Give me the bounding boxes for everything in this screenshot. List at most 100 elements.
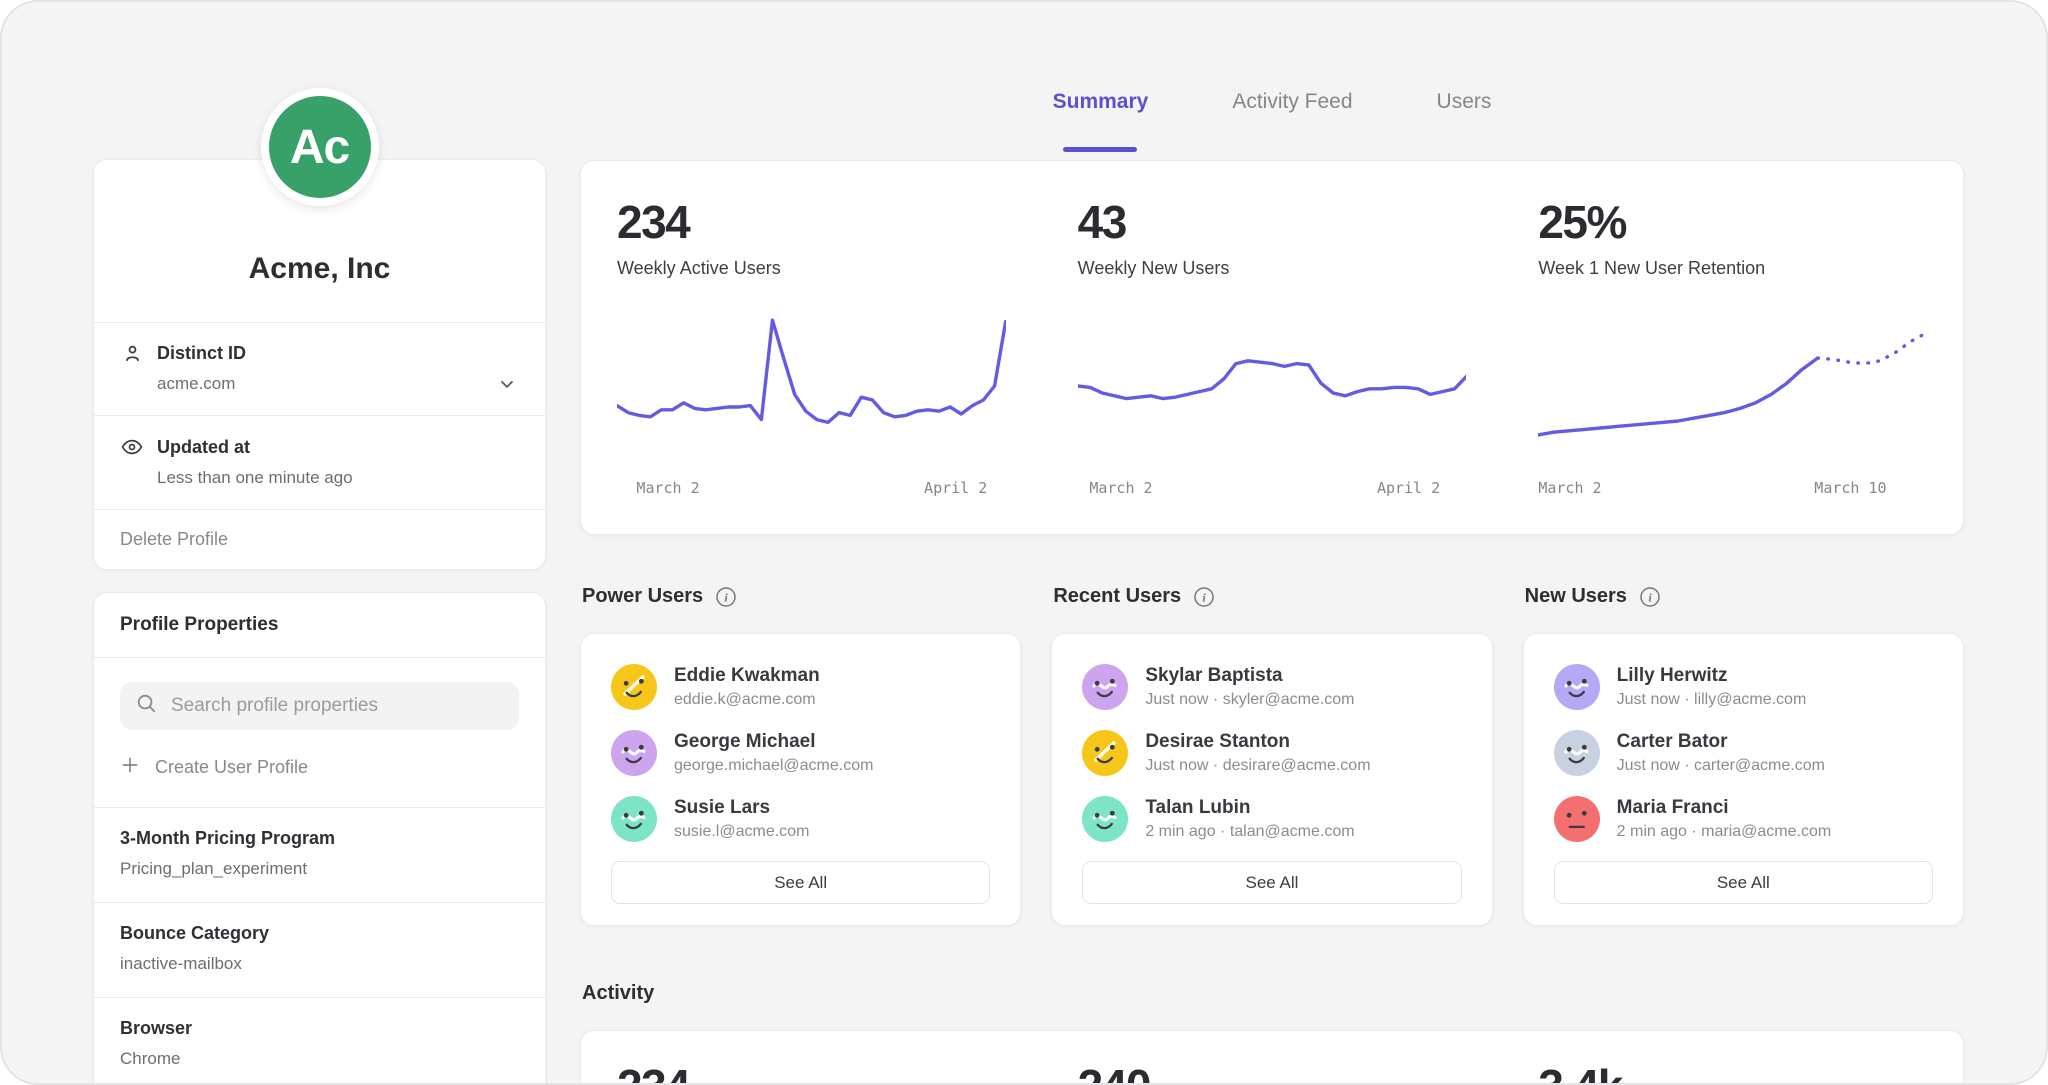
recent-users-card: Skylar Baptista Just now · skyler@acme.c… <box>1051 633 1492 926</box>
chevron-down-icon[interactable] <box>497 374 517 394</box>
user-lists-row: Power Users i Eddie Kwakman eddie.k@acme… <box>580 585 1964 926</box>
activity-section-title: Activity <box>582 982 1964 1005</box>
profile-sidebar: Ac Acme, Inc Distinct ID acme.com Update… <box>93 2 546 1083</box>
section-title: Recent Users <box>1053 585 1181 608</box>
see-all-button[interactable]: See All <box>1082 861 1461 904</box>
stat-value: 240 <box>1078 1063 1467 1085</box>
search-icon <box>135 692 158 720</box>
user-row-skylar-baptista[interactable]: Skylar Baptista Just now · skyler@acme.c… <box>1082 663 1461 711</box>
search-input[interactable] <box>169 694 504 718</box>
field-value: acme.com <box>157 374 235 394</box>
stat-weekly-new-users: 43 Weekly New Users March 2April 2 <box>1042 161 1503 534</box>
info-icon[interactable]: i <box>1193 586 1215 608</box>
svg-text:i: i <box>1648 590 1652 604</box>
plus-icon <box>120 755 140 780</box>
x-axis: March 2 April 2 <box>617 479 1006 501</box>
line-chart <box>617 311 1006 461</box>
section-new-users: New Users i Lilly Herwitz Just now · lil… <box>1523 585 1964 926</box>
axis-tick: April 2 <box>924 479 987 497</box>
avatar-face-icon <box>1554 796 1600 842</box>
profile-properties-card: Profile Properties Create User Profile 3… <box>93 592 546 1085</box>
chart-area <box>1538 311 1927 461</box>
avatar-face-icon <box>611 796 657 842</box>
user-row-george-michael[interactable]: George Michael george.michael@acme.com <box>611 729 990 777</box>
axis-tick: April 2 <box>1377 479 1440 497</box>
avatar-face-icon <box>1554 730 1600 776</box>
svg-text:i: i <box>1203 590 1207 604</box>
user-detail: george.michael@acme.com <box>674 757 873 775</box>
see-all-button[interactable]: See All <box>1554 861 1933 904</box>
tab-activity-feed[interactable]: Activity Feed <box>1232 90 1352 154</box>
stat-weekly-active-users: 234 Weekly Active Users March 2April 2 <box>581 161 1042 534</box>
axis-tick: March 2 <box>1089 479 1152 497</box>
eye-icon <box>120 435 144 459</box>
info-icon[interactable]: i <box>1639 586 1661 608</box>
user-detail: eddie.k@acme.com <box>674 691 820 709</box>
section-recent-users: Recent Users i Skylar Baptista Just now … <box>1051 585 1492 926</box>
property-name: Browser <box>120 1018 519 1039</box>
stat-week-1-new-user-retention: 25% Week 1 New User Retention March 2Mar… <box>1502 161 1963 534</box>
company-avatar: Ac <box>261 88 379 206</box>
line-chart <box>1538 311 1927 461</box>
profile-properties-search[interactable] <box>120 682 519 730</box>
user-row-eddie-kwakman[interactable]: Eddie Kwakman eddie.k@acme.com <box>611 663 990 711</box>
x-axis: March 2 April 2 <box>1078 479 1467 501</box>
property-item-bounce-category[interactable]: Bounce Category inactive-mailbox <box>94 902 545 997</box>
property-name: Bounce Category <box>120 923 519 944</box>
section-title: Power Users <box>582 585 703 608</box>
field-value: Less than one minute ago <box>157 468 353 488</box>
user-name: Desirae Stanton <box>1145 731 1370 753</box>
summary-stats-card: 234 Weekly Active Users March 2April 2 4… <box>580 160 1964 535</box>
property-name: 3-Month Pricing Program <box>120 828 519 849</box>
user-name: George Michael <box>674 731 873 753</box>
stat-value: 234 <box>617 1063 1006 1085</box>
property-value: Chrome <box>120 1049 519 1069</box>
chart-area <box>1078 311 1467 461</box>
see-all-button[interactable]: See All <box>611 861 990 904</box>
user-name: Maria Franci <box>1617 797 1832 819</box>
tab-label: Users <box>1437 90 1492 113</box>
svg-text:i: i <box>725 590 729 604</box>
axis-tick: March 2 <box>636 479 699 497</box>
info-icon[interactable]: i <box>715 586 737 608</box>
property-item-3-month-pricing-program[interactable]: 3-Month Pricing Program Pricing_plan_exp… <box>94 807 545 902</box>
active-tab-underline <box>1063 147 1137 152</box>
stat-value: 234 <box>617 199 1006 245</box>
person-icon <box>120 342 144 365</box>
user-row-susie-lars[interactable]: Susie Lars susie.l@acme.com <box>611 795 990 843</box>
user-row-desirae-stanton[interactable]: Desirae Stanton Just now · desirare@acme… <box>1082 729 1461 777</box>
user-profile-page: Ac Acme, Inc Distinct ID acme.com Update… <box>0 0 2048 1085</box>
user-row-lilly-herwitz[interactable]: Lilly Herwitz Just now · lilly@acme.com <box>1554 663 1933 711</box>
x-axis: March 2March 10 <box>1538 479 1927 501</box>
stat-label: Week 1 New User Retention <box>1538 258 1927 279</box>
property-item-browser[interactable]: Browser Chrome <box>94 997 545 1085</box>
user-row-talan-lubin[interactable]: Talan Lubin 2 min ago · talan@acme.com <box>1082 795 1461 843</box>
activity-stat: 3.4k <box>1502 1031 1963 1085</box>
user-row-carter-bator[interactable]: Carter Bator Just now · carter@acme.com <box>1554 729 1933 777</box>
user-detail: Just now · desirare@acme.com <box>1145 757 1370 775</box>
user-detail: 2 min ago · maria@acme.com <box>1617 823 1832 841</box>
tab-summary[interactable]: Summary <box>1053 90 1149 154</box>
field-label: Distinct ID <box>157 343 246 364</box>
activity-stat: 234 <box>581 1031 1042 1085</box>
stat-value: 25% <box>1538 199 1927 245</box>
avatar-face-icon <box>611 664 657 710</box>
company-avatar-initials: Ac <box>290 120 349 175</box>
user-name: Eddie Kwakman <box>674 665 820 687</box>
axis-tick: March 2 <box>1538 479 1601 497</box>
user-name: Talan Lubin <box>1145 797 1354 819</box>
user-detail: Just now · lilly@acme.com <box>1617 691 1807 709</box>
avatar-face-icon <box>1082 796 1128 842</box>
avatar-face-icon <box>1082 730 1128 776</box>
user-name: Susie Lars <box>674 797 809 819</box>
new-users-card: Lilly Herwitz Just now · lilly@acme.com … <box>1523 633 1964 926</box>
delete-profile-button[interactable]: Delete Profile <box>94 509 545 569</box>
tab-bar: Summary Activity Feed Users <box>580 2 1964 160</box>
avatar-face-icon <box>611 730 657 776</box>
section-title: New Users <box>1525 585 1627 608</box>
user-row-maria-franci[interactable]: Maria Franci 2 min ago · maria@acme.com <box>1554 795 1933 843</box>
main-content: Summary Activity Feed Users 234 Weekly A… <box>580 2 1964 1085</box>
tab-users[interactable]: Users <box>1437 90 1492 154</box>
tab-label: Activity Feed <box>1232 90 1352 113</box>
create-user-profile-button[interactable]: Create User Profile <box>120 755 519 780</box>
